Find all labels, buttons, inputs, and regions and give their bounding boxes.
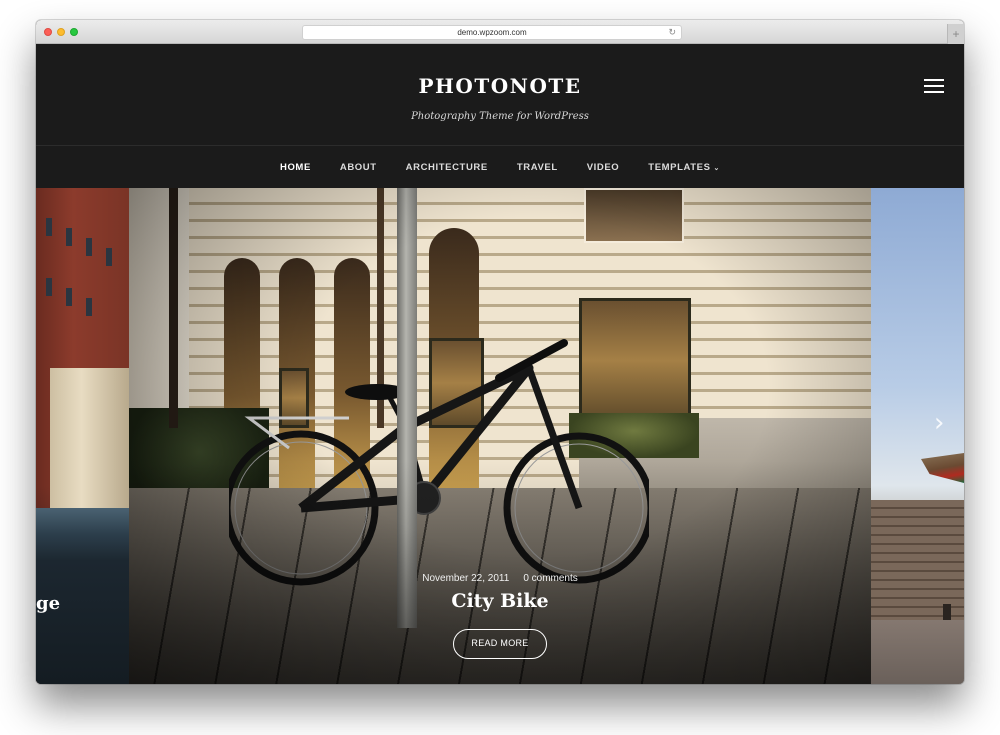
- site-header: PHOTONOTE Photography Theme for WordPres…: [36, 44, 964, 146]
- post-comments-link[interactable]: 0 comments: [523, 573, 577, 584]
- nav-item-about[interactable]: ABOUT: [340, 162, 377, 173]
- slide-previous[interactable]: ge: [36, 188, 129, 684]
- browser-window: demo.wpzoom.com ↻ + PHOTONOTE Photograph…: [36, 20, 964, 684]
- building-window: [106, 248, 112, 266]
- featured-slider: ge November 22, 2011 0 comments City Bik…: [36, 188, 964, 684]
- nav-item-travel[interactable]: TRAVEL: [517, 162, 558, 173]
- building-window: [46, 278, 52, 296]
- wall-opening: [943, 604, 951, 620]
- building-window: [86, 238, 92, 256]
- chevron-down-icon: ⌄: [713, 164, 720, 172]
- chevron-right-icon[interactable]: ›: [934, 408, 954, 438]
- url-text: demo.wpzoom.com: [457, 28, 527, 37]
- address-bar[interactable]: demo.wpzoom.com ↻: [302, 25, 682, 40]
- building-facade: [50, 368, 129, 508]
- building-window: [66, 228, 72, 246]
- brick-wall: [871, 500, 964, 620]
- ground: [871, 620, 964, 684]
- browser-titlebar: demo.wpzoom.com ↻ +: [36, 20, 964, 44]
- minimize-window-button[interactable]: [57, 28, 65, 36]
- close-window-button[interactable]: [44, 28, 52, 36]
- main-navigation: HOME ABOUT ARCHITECTURE TRAVEL VIDEO TEM…: [36, 146, 964, 188]
- nav-item-video[interactable]: VIDEO: [587, 162, 620, 173]
- pagoda-roof: [921, 453, 964, 483]
- building-window: [86, 298, 92, 316]
- building-window: [66, 288, 72, 306]
- hamburger-icon[interactable]: [924, 79, 944, 93]
- nav-item-home[interactable]: HOME: [280, 162, 311, 173]
- building-window: [46, 218, 52, 236]
- nav-item-templates-label: TEMPLATES: [648, 161, 711, 173]
- post-title[interactable]: City Bike: [129, 590, 871, 612]
- reload-icon[interactable]: ↻: [668, 26, 676, 39]
- previous-slide-title[interactable]: ge: [36, 593, 60, 614]
- site-tagline: Photography Theme for WordPress: [411, 111, 589, 122]
- new-tab-button[interactable]: +: [947, 24, 964, 44]
- slide-next[interactable]: ›: [871, 188, 964, 684]
- read-more-button[interactable]: READ MORE: [453, 629, 547, 659]
- slide-current[interactable]: November 22, 2011 0 comments City Bike RE…: [129, 188, 871, 684]
- post-meta: November 22, 2011 0 comments: [129, 573, 871, 584]
- site-title[interactable]: PHOTONOTE: [36, 74, 964, 98]
- nav-item-architecture[interactable]: ARCHITECTURE: [406, 162, 488, 173]
- post-date[interactable]: November 22, 2011: [422, 573, 509, 584]
- nav-item-templates[interactable]: TEMPLATES ⌄: [648, 162, 720, 173]
- maximize-window-button[interactable]: [70, 28, 78, 36]
